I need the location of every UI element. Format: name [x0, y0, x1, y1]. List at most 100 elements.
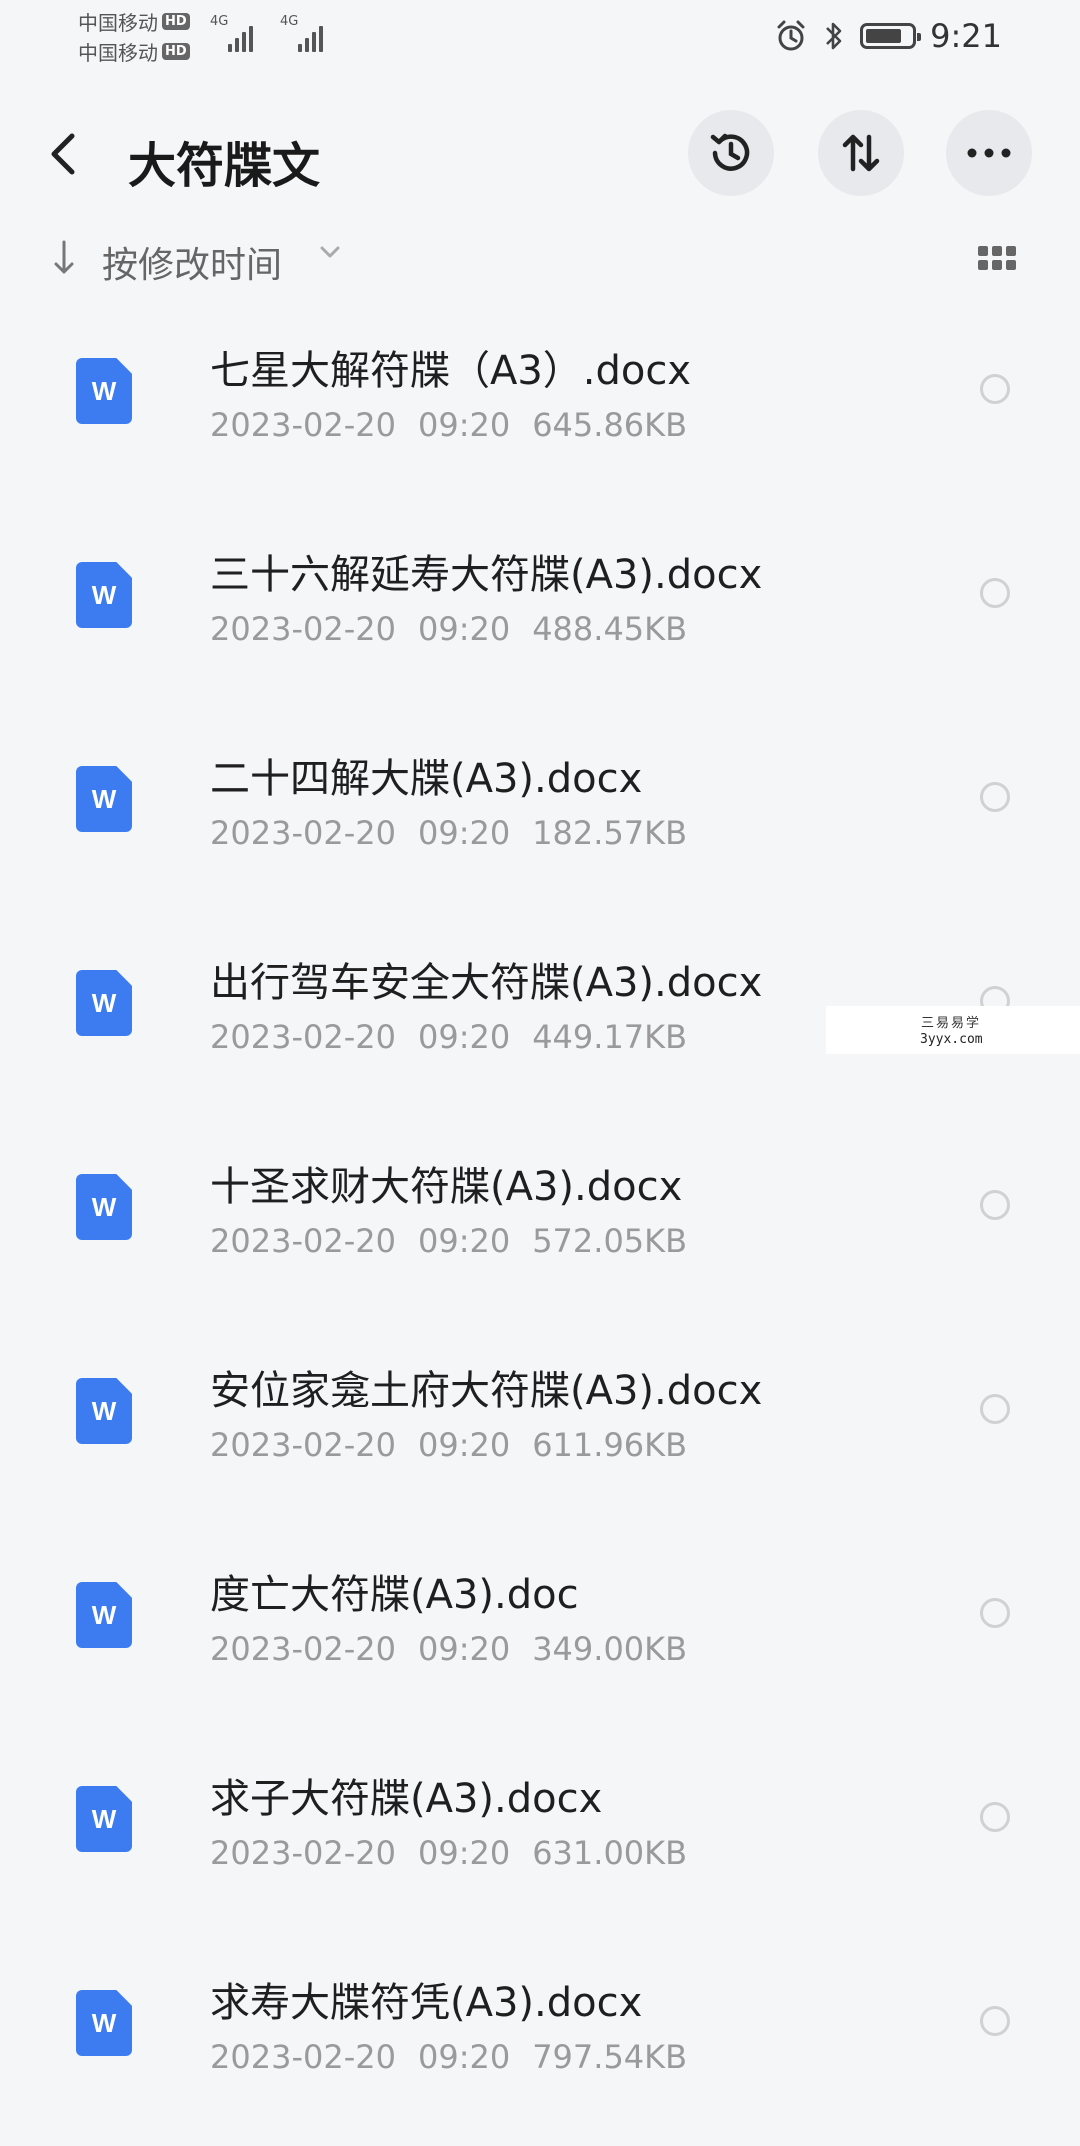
- file-size: 631.00KB: [532, 1834, 688, 1872]
- chevron-left-icon: [51, 133, 75, 175]
- word-file-icon: W: [76, 766, 132, 832]
- file-size: 797.54KB: [532, 2038, 688, 2076]
- select-radio[interactable]: [980, 2006, 1010, 2036]
- select-radio[interactable]: [980, 374, 1010, 404]
- file-name: 度亡大符牒(A3).doc: [210, 1572, 579, 1618]
- file-time: 09:20: [417, 1426, 511, 1464]
- app-header: 大符牒文: [0, 100, 1080, 210]
- signal-icon: 4G: [280, 14, 328, 52]
- recent-button[interactable]: [688, 110, 774, 196]
- file-size: 645.86KB: [532, 406, 688, 444]
- select-radio[interactable]: [980, 1598, 1010, 1628]
- file-time: 09:20: [417, 2038, 511, 2076]
- word-file-icon: W: [76, 358, 132, 424]
- file-time: 09:20: [417, 1630, 511, 1668]
- file-time: 09:20: [417, 1222, 511, 1260]
- network-type: 4G: [280, 14, 299, 29]
- file-name: 十圣求财大符牒(A3).docx: [210, 1164, 683, 1210]
- file-time: 09:20: [417, 814, 511, 852]
- file-meta: 2023-02-20 09:20 449.17KB: [210, 1018, 709, 1056]
- word-file-icon: W: [76, 1582, 132, 1648]
- signal-icon: 4G: [210, 14, 258, 52]
- chevron-down-icon[interactable]: [318, 242, 342, 266]
- word-file-icon: W: [76, 562, 132, 628]
- file-row[interactable]: W 度亡大符牒(A3).doc 2023-02-20 09:20 349.00KB: [0, 1534, 1080, 1738]
- file-row[interactable]: W 安位家龛土府大符牒(A3).docx 2023-02-20 09:20 611.…: [0, 1330, 1080, 1534]
- watermark-en: 3yyx.com: [920, 1032, 983, 1047]
- file-name: 二十四解大牒(A3).docx: [210, 756, 643, 802]
- file-date: 2023-02-20: [210, 1222, 396, 1260]
- select-radio[interactable]: [980, 1394, 1010, 1424]
- arrow-down-icon: [52, 238, 76, 287]
- file-date: 2023-02-20: [210, 1630, 396, 1668]
- sort-arrows-icon: [842, 134, 880, 172]
- sort-dropdown[interactable]: 按修改时间: [102, 236, 282, 288]
- file-row[interactable]: W 七星大解符牒（A3）.docx 2023-02-20 09:20 645.86K…: [0, 310, 1080, 514]
- file-time: 09:20: [417, 1834, 511, 1872]
- hd-badge: HD: [162, 42, 190, 60]
- file-row[interactable]: W 二十四解大牒(A3).docx 2023-02-20 09:20 182.57K…: [0, 718, 1080, 922]
- more-dots-icon: [967, 148, 1011, 158]
- file-meta: 2023-02-20 09:20 182.57KB: [210, 814, 709, 852]
- file-date: 2023-02-20: [210, 1018, 396, 1056]
- word-file-icon: W: [76, 1990, 132, 2056]
- battery-icon: [860, 23, 922, 49]
- file-list: W 七星大解符牒（A3）.docx 2023-02-20 09:20 645.86K…: [0, 310, 1080, 2146]
- file-row[interactable]: W 三十六解延寿大符牒(A3).docx 2023-02-20 09:20 488.…: [0, 514, 1080, 718]
- watermark-cn: 三易易学: [921, 1016, 982, 1031]
- network-type: 4G: [210, 14, 229, 29]
- carrier-2: 中国移动: [78, 40, 158, 65]
- file-date: 2023-02-20: [210, 406, 396, 444]
- file-size: 449.17KB: [532, 1018, 688, 1056]
- alarm-icon: [777, 20, 805, 51]
- clock: 9:21: [930, 17, 1002, 55]
- word-file-icon: W: [76, 1378, 132, 1444]
- carrier-1: 中国移动: [78, 10, 158, 35]
- hd-badge: HD: [162, 12, 190, 30]
- word-file-icon: W: [76, 1174, 132, 1240]
- file-name: 三十六解延寿大符牒(A3).docx: [210, 552, 763, 598]
- file-meta: 2023-02-20 09:20 488.45KB: [210, 610, 709, 648]
- back-button[interactable]: [48, 122, 96, 186]
- status-bar: 中国移动 HD 中国移动 HD 4G 4G 9:21: [0, 0, 1080, 72]
- more-button[interactable]: [946, 110, 1032, 196]
- file-name: 七星大解符牒（A3）.docx: [210, 348, 692, 394]
- file-date: 2023-02-20: [210, 610, 396, 648]
- select-radio[interactable]: [980, 1190, 1010, 1220]
- file-row[interactable]: W 求寿大牒符凭(A3).docx 2023-02-20 09:20 797.54K…: [0, 1942, 1080, 2146]
- select-radio[interactable]: [980, 782, 1010, 812]
- sort-bar: 按修改时间: [0, 228, 1080, 288]
- file-size: 182.57KB: [532, 814, 688, 852]
- file-size: 611.96KB: [532, 1426, 688, 1464]
- file-meta: 2023-02-20 09:20 645.86KB: [210, 406, 709, 444]
- word-file-icon: W: [76, 1786, 132, 1852]
- file-time: 09:20: [417, 610, 511, 648]
- file-meta: 2023-02-20 09:20 631.00KB: [210, 1834, 709, 1872]
- select-radio[interactable]: [980, 1802, 1010, 1832]
- word-file-icon: W: [76, 970, 132, 1036]
- file-size: 572.05KB: [532, 1222, 688, 1260]
- file-meta: 2023-02-20 09:20 611.96KB: [210, 1426, 709, 1464]
- file-date: 2023-02-20: [210, 814, 396, 852]
- file-name: 安位家龛土府大符牒(A3).docx: [210, 1368, 763, 1414]
- file-name: 求子大符牒(A3).docx: [210, 1776, 603, 1822]
- file-size: 349.00KB: [532, 1630, 688, 1668]
- select-radio[interactable]: [980, 578, 1010, 608]
- file-row[interactable]: W 求子大符牒(A3).docx 2023-02-20 09:20 631.00KB: [0, 1738, 1080, 1942]
- file-meta: 2023-02-20 09:20 797.54KB: [210, 2038, 709, 2076]
- file-date: 2023-02-20: [210, 2038, 396, 2076]
- file-time: 09:20: [417, 1018, 511, 1056]
- file-size: 488.45KB: [532, 610, 688, 648]
- sort-button[interactable]: [818, 110, 904, 196]
- file-meta: 2023-02-20 09:20 349.00KB: [210, 1630, 709, 1668]
- file-date: 2023-02-20: [210, 1834, 396, 1872]
- file-row[interactable]: W 十圣求财大符牒(A3).docx 2023-02-20 09:20 572.05…: [0, 1126, 1080, 1330]
- history-icon: [710, 133, 750, 171]
- file-name: 求寿大牒符凭(A3).docx: [210, 1980, 643, 2026]
- grid-view-icon[interactable]: [978, 246, 1016, 272]
- file-name: 出行驾车安全大符牒(A3).docx: [210, 960, 763, 1006]
- bluetooth-icon: [826, 22, 842, 50]
- page-title: 大符牒文: [128, 138, 321, 194]
- status-right: 9:21: [774, 16, 1002, 56]
- signal-indicators: 4G 4G: [210, 14, 328, 52]
